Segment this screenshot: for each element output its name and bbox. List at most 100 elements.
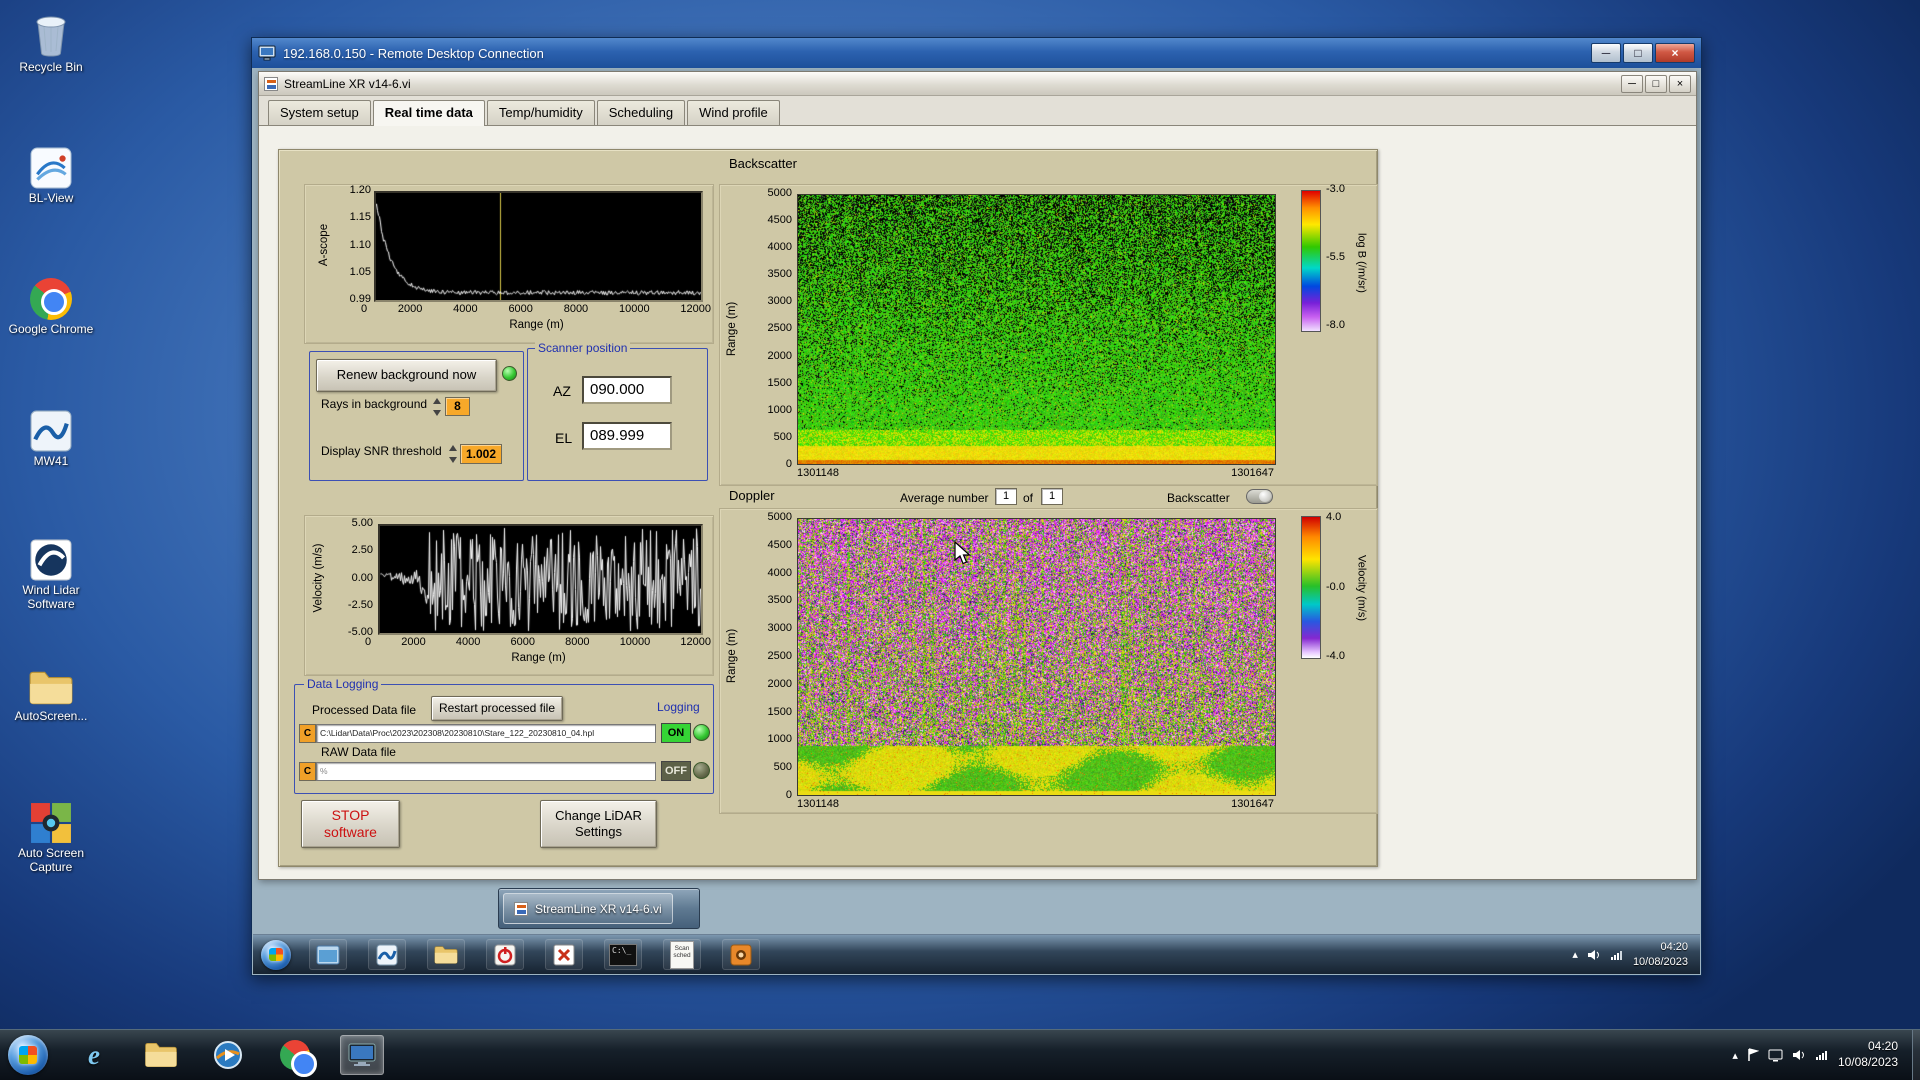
ascope-ylabel: A-scope <box>317 191 332 298</box>
average-number-field[interactable]: 1 <box>995 488 1017 505</box>
change-lidar-settings-button[interactable]: Change LiDAR Settings <box>540 800 657 848</box>
tab-system-setup[interactable]: System setup <box>268 100 371 125</box>
change-line1: Change LiDAR <box>555 808 642 824</box>
velocity-plot: Velocity (m/s) 5.00 2.50 0.00 -2.50 -5.00 02… <box>304 515 714 676</box>
remote-taskbar-icon-capture[interactable] <box>722 939 760 970</box>
remote-taskbar-icon-folder[interactable] <box>427 939 465 970</box>
tab-scheduling[interactable]: Scheduling <box>597 100 685 125</box>
rdp-titlebar[interactable]: 192.168.0.150 - Remote Desktop Connectio… <box>252 38 1701 68</box>
tick-label: 0 <box>786 789 792 801</box>
colorbar-tick: -4.0 <box>1326 650 1345 662</box>
tray-expand-icon[interactable]: ▴ <box>1572 948 1578 961</box>
network-icon[interactable] <box>1815 1049 1829 1061</box>
logging-label: Logging <box>654 700 703 714</box>
network-icon[interactable] <box>1610 949 1624 961</box>
volume-icon[interactable] <box>1792 1049 1806 1061</box>
remote-taskbar: C:\_ Scan sched ▴ 04:20 10/08/2023 <box>253 934 1700 974</box>
remote-taskbar-icon-power[interactable] <box>486 939 524 970</box>
host-taskbar-icons: e <box>72 1035 384 1075</box>
streamline-window-title: StreamLine XR v14-6.vi <box>284 77 1619 91</box>
host-taskbar-icon-explorer[interactable] <box>139 1035 183 1075</box>
remote-taskbar-app-button[interactable]: StreamLine XR v14-6.vi <box>498 888 700 929</box>
backscatter-toggle[interactable] <box>1246 489 1273 504</box>
remote-start-button[interactable] <box>261 940 291 970</box>
host-taskbar-icon-ie[interactable]: e <box>72 1035 116 1075</box>
rdp-session-icon[interactable] <box>1768 1049 1783 1062</box>
tab-wind-profile[interactable]: Wind profile <box>687 100 780 125</box>
app-close-button[interactable]: × <box>1669 75 1691 93</box>
renew-background-button[interactable]: Renew background now <box>316 359 497 392</box>
backscatter-title: Backscatter <box>729 156 797 171</box>
raw-drive-button[interactable]: C <box>299 762 316 781</box>
stop-software-button[interactable]: STOP software <box>301 800 400 848</box>
host-date: 10/08/2023 <box>1838 1055 1898 1071</box>
app-minimize-button[interactable]: ─ <box>1621 75 1643 93</box>
remote-taskbar-icon-app-blue[interactable] <box>368 939 406 970</box>
desktop-icon-google-chrome[interactable]: Google Chrome <box>8 272 94 337</box>
action-center-flag-icon[interactable] <box>1747 1048 1759 1062</box>
desktop-icon-wind-lidar[interactable]: Wind Lidar Software <box>8 533 94 612</box>
desktop-icon-mw41[interactable]: MW41 <box>8 404 94 469</box>
rdp-close-button[interactable]: × <box>1655 43 1695 63</box>
tick-label: 0.00 <box>352 572 373 584</box>
remote-taskbar-icon-scan-sched[interactable]: Scan sched <box>663 939 701 970</box>
ascope-xticks: 0 2000 4000 6000 8000 10000 12000 <box>361 303 711 315</box>
streamline-titlebar[interactable]: StreamLine XR v14-6.vi ─ □ × <box>259 72 1696 96</box>
processed-logging-led[interactable] <box>693 724 710 741</box>
show-desktop-button[interactable] <box>1912 1030 1920 1080</box>
tab-temp-humidity[interactable]: Temp/humidity <box>487 100 595 125</box>
colorbar-tick: 4.0 <box>1326 511 1341 523</box>
desktop-icon-recycle-bin[interactable]: Recycle Bin <box>8 10 94 75</box>
desktop-icon-auto-screen-capture[interactable]: Auto Screen Capture <box>8 796 94 875</box>
snr-value[interactable]: 1.002 <box>460 444 502 464</box>
backscatter-colorbar <box>1301 190 1321 332</box>
processed-logging-indicator[interactable]: ON <box>661 723 691 743</box>
doppler-canvas[interactable] <box>797 518 1276 796</box>
tab-real-time-data[interactable]: Real time data <box>373 100 485 126</box>
ascope-canvas[interactable] <box>374 191 703 302</box>
tray-expand-icon[interactable]: ▴ <box>1732 1049 1738 1062</box>
average-count-field[interactable]: 1 <box>1041 488 1063 505</box>
tick-label: 2000 <box>401 636 425 648</box>
snr-spinner[interactable] <box>447 445 458 463</box>
velocity-xticks: 0 2000 4000 6000 8000 10000 12000 <box>365 636 711 648</box>
rays-value[interactable]: 8 <box>445 397 470 416</box>
volume-icon[interactable] <box>1587 949 1601 961</box>
host-taskbar-icon-chrome[interactable] <box>273 1035 317 1075</box>
remote-taskbar-icon-terminal[interactable]: C:\_ <box>604 939 642 970</box>
remote-date: 10/08/2023 <box>1633 955 1688 969</box>
processed-path-field[interactable]: C:\Lidar\Data\Proc\2023\202308\20230810\… <box>316 724 656 743</box>
velocity-canvas[interactable] <box>378 524 703 635</box>
desktop-icon-bl-view[interactable]: BL-View <box>8 141 94 206</box>
remote-clock[interactable]: 04:20 10/08/2023 <box>1633 940 1688 969</box>
az-field[interactable]: 090.000 <box>582 376 672 404</box>
rdp-minimize-button[interactable]: ─ <box>1591 43 1621 63</box>
backscatter-canvas[interactable] <box>797 194 1276 465</box>
remote-taskbar-icon-labview[interactable] <box>545 939 583 970</box>
colorbar-tick: -0.0 <box>1326 581 1345 593</box>
host-time: 04:20 <box>1838 1039 1898 1055</box>
tick-label: 4500 <box>768 539 792 551</box>
internet-explorer-icon: e <box>88 1040 100 1071</box>
host-taskbar-icon-rdp[interactable] <box>340 1035 384 1075</box>
host-clock[interactable]: 04:20 10/08/2023 <box>1838 1039 1898 1070</box>
tick-label: 2500 <box>768 650 792 662</box>
rays-spinner[interactable] <box>431 398 442 416</box>
raw-logging-indicator[interactable]: OFF <box>661 761 691 781</box>
app-maximize-button[interactable]: □ <box>1645 75 1667 93</box>
host-start-button[interactable] <box>8 1035 48 1075</box>
doppler-title: Doppler <box>729 488 775 503</box>
rdp-restore-button[interactable]: □ <box>1623 43 1653 63</box>
restart-processed-file-button[interactable]: Restart processed file <box>431 696 563 721</box>
remote-taskbar-icon-window[interactable] <box>309 939 347 970</box>
host-taskbar-icon-media-player[interactable] <box>206 1035 250 1075</box>
tick-label: 3500 <box>768 594 792 606</box>
desktop-icon-autoscreen-folder[interactable]: AutoScreen... <box>8 659 94 724</box>
raw-path-field[interactable]: % <box>316 762 656 781</box>
processed-drive-button[interactable]: C <box>299 724 316 743</box>
doppler-plot: Range (m) 5000 4500 4000 3500 3000 2500 2000 15… <box>719 508 1378 814</box>
backscatter-colorbar-label: log B (/m/sr) <box>1354 200 1369 325</box>
velocity-xlabel: Range (m) <box>378 652 699 664</box>
raw-logging-led[interactable] <box>693 762 710 779</box>
el-field[interactable]: 089.999 <box>582 422 672 450</box>
